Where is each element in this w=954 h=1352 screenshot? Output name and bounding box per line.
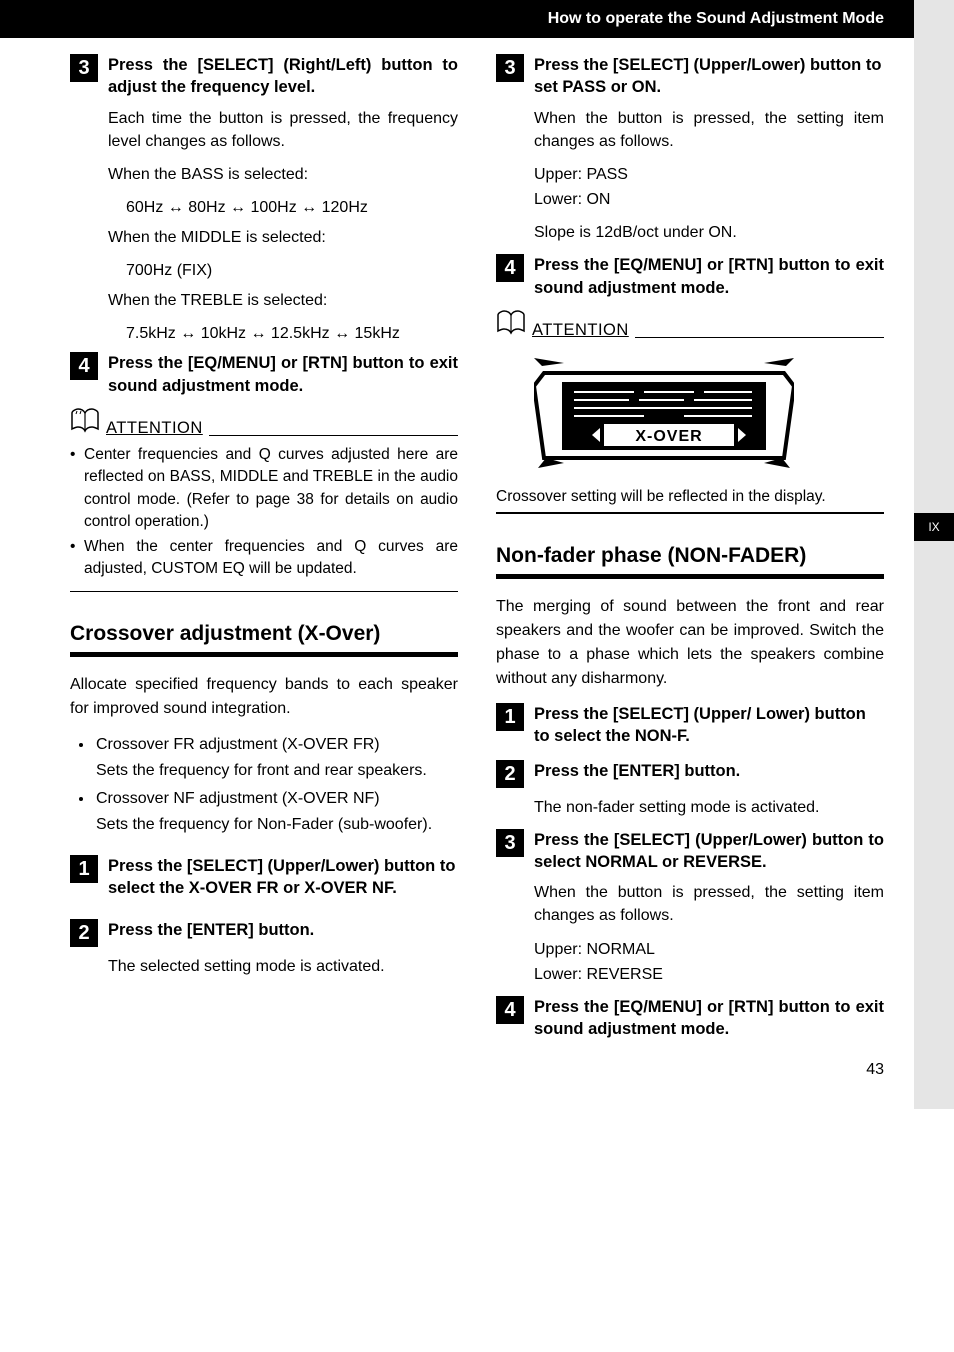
display-figure: X-OVER bbox=[534, 358, 884, 478]
step-number-box: 2 bbox=[70, 919, 98, 947]
crossover-list: Crossover FR adjustment (X-OVER FR) Sets… bbox=[70, 733, 458, 837]
section-desc: Allocate specified frequency bands to ea… bbox=[70, 673, 458, 721]
step-body: The selected setting mode is activated. bbox=[108, 955, 458, 978]
nf-step-1: 1 Press the [SELECT] (Upper/ Lower) butt… bbox=[496, 703, 884, 748]
page-number: 43 bbox=[0, 1061, 954, 1079]
phase-option-upper: Upper: NORMAL bbox=[534, 938, 884, 961]
section-desc: The merging of sound between the front a… bbox=[496, 595, 884, 691]
step-number-box: 1 bbox=[496, 703, 524, 731]
divider bbox=[70, 591, 458, 592]
middle-values: 700Hz (FIX) bbox=[126, 259, 458, 283]
display-text: X-OVER bbox=[635, 428, 702, 445]
step-body: When the button is pressed, the setting … bbox=[534, 107, 884, 153]
left-column: 3 Press the [SELECT] (Right/Left) button… bbox=[70, 50, 458, 1049]
middle-label: When the MIDDLE is selected: bbox=[108, 226, 458, 249]
step-title: Press the [EQ/MENU] or [RTN] button to e… bbox=[534, 996, 884, 1041]
pass-option-upper: Upper: PASS bbox=[534, 163, 884, 186]
page-header: How to operate the Sound Adjustment Mode bbox=[0, 0, 954, 38]
step-title: Press the [ENTER] button. bbox=[534, 760, 740, 782]
attention-heading: ATTENTION bbox=[496, 309, 884, 340]
right-step-3: 3 Press the [SELECT] (Upper/Lower) butto… bbox=[496, 54, 884, 99]
section-bar bbox=[70, 652, 458, 657]
right-step-4: 4 Press the [EQ/MENU] or [RTN] button to… bbox=[496, 254, 884, 299]
nf-step-3: 3 Press the [SELECT] (Upper/Lower) butto… bbox=[496, 829, 884, 874]
book-icon bbox=[70, 407, 100, 438]
step-number-box: 4 bbox=[496, 996, 524, 1024]
pass-option-lower: Lower: ON bbox=[534, 188, 884, 211]
step-number-box: 3 bbox=[70, 54, 98, 82]
bass-label: When the BASS is selected: bbox=[108, 163, 458, 186]
step-title: Press the [SELECT] (Right/Left) button t… bbox=[108, 54, 458, 99]
section-title-nonfader: Non-fader phase (NON-FADER) bbox=[496, 544, 884, 568]
step-body: Each time the button is pressed, the fre… bbox=[108, 107, 458, 153]
attention-item: Center frequencies and Q curves adjusted… bbox=[84, 444, 458, 534]
figure-caption: Crossover setting will be reflected in t… bbox=[496, 488, 884, 506]
attention-label: ATTENTION bbox=[106, 419, 203, 438]
step-title: Press the [ENTER] button. bbox=[108, 919, 314, 941]
crossover-item-sub: Sets the frequency for front and rear sp… bbox=[96, 759, 458, 783]
attention-label: ATTENTION bbox=[532, 321, 629, 340]
attention-rule bbox=[635, 337, 884, 338]
left-step-3: 3 Press the [SELECT] (Right/Left) button… bbox=[70, 54, 458, 99]
xover-step-2: 2 Press the [ENTER] button. bbox=[70, 919, 458, 947]
section-bar bbox=[496, 574, 884, 579]
treble-values: 7.5kHz ↔ 10kHz ↔ 12.5kHz ↔ 15kHz bbox=[126, 322, 458, 346]
step-title: Press the [EQ/MENU] or [RTN] button to e… bbox=[108, 352, 458, 397]
step-number-box: 4 bbox=[70, 352, 98, 380]
xover-step-1: 1 Press the [SELECT] (Upper/Lower) butto… bbox=[70, 855, 458, 900]
attention-item: When the center frequencies and Q curves… bbox=[84, 536, 458, 581]
crossover-item-head: Crossover FR adjustment (X-OVER FR) bbox=[96, 733, 458, 757]
attention-heading: ATTENTION bbox=[70, 407, 458, 438]
phase-option-lower: Lower: REVERSE bbox=[534, 963, 884, 986]
step-number-box: 2 bbox=[496, 760, 524, 788]
section-title-xover: Crossover adjustment (X-Over) bbox=[70, 622, 458, 646]
crossover-item-sub: Sets the frequency for Non-Fader (sub-wo… bbox=[96, 813, 458, 837]
nf-step-2: 2 Press the [ENTER] button. bbox=[496, 760, 884, 788]
divider bbox=[496, 512, 884, 514]
step-body: The non-fader setting mode is activated. bbox=[534, 796, 884, 819]
left-step-4: 4 Press the [EQ/MENU] or [RTN] button to… bbox=[70, 352, 458, 397]
right-column: 3 Press the [SELECT] (Upper/Lower) butto… bbox=[496, 50, 884, 1049]
book-icon bbox=[496, 309, 526, 340]
crossover-item-head: Crossover NF adjustment (X-OVER NF) bbox=[96, 787, 458, 811]
step-title: Press the [EQ/MENU] or [RTN] button to e… bbox=[534, 254, 884, 299]
bass-values: 60Hz ↔ 80Hz ↔ 100Hz ↔ 120Hz bbox=[126, 196, 458, 220]
step-title: Press the [SELECT] (Upper/Lower) button … bbox=[534, 829, 884, 874]
step-body: When the button is pressed, the setting … bbox=[534, 881, 884, 927]
nf-step-4: 4 Press the [EQ/MENU] or [RTN] button to… bbox=[496, 996, 884, 1041]
treble-label: When the TREBLE is selected: bbox=[108, 289, 458, 312]
step-number-box: 1 bbox=[70, 855, 98, 883]
step-number-box: 3 bbox=[496, 829, 524, 857]
step-title: Press the [SELECT] (Upper/Lower) button … bbox=[534, 54, 884, 99]
attention-list: •Center frequencies and Q curves adjuste… bbox=[70, 444, 458, 581]
step-title: Press the [SELECT] (Upper/ Lower) button… bbox=[534, 703, 884, 748]
attention-rule bbox=[209, 435, 458, 436]
slope-note: Slope is 12dB/oct under ON. bbox=[534, 221, 884, 244]
step-number-box: 4 bbox=[496, 254, 524, 282]
step-number-box: 3 bbox=[496, 54, 524, 82]
step-title: Press the [SELECT] (Upper/Lower) button … bbox=[108, 855, 458, 900]
